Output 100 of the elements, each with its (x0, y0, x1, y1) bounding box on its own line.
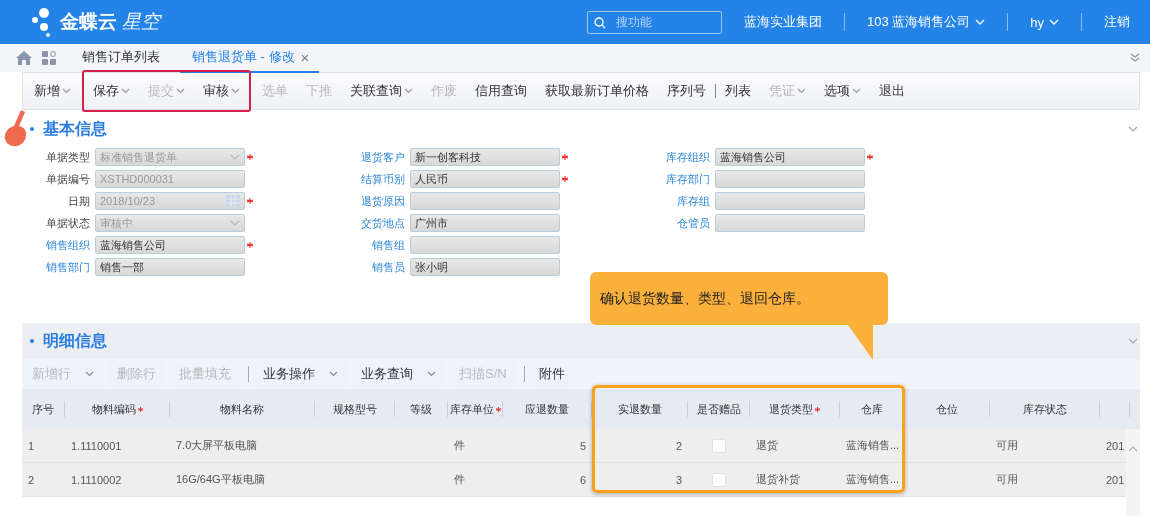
table-cell: 6 (579, 473, 586, 486)
column-header[interactable]: 退货类型 (769, 401, 813, 417)
column-header[interactable]: 物料名称 (220, 401, 264, 417)
search-field[interactable]: 搜功能 (586, 10, 722, 34)
input-field[interactable] (410, 192, 560, 210)
table-cell: 2 (675, 439, 682, 452)
caret-icon (176, 88, 185, 94)
input-field[interactable]: 销售一部 (95, 258, 245, 276)
caret-icon (121, 88, 130, 94)
tab[interactable]: 销售订单列表 (70, 43, 170, 73)
checkbox[interactable] (712, 438, 726, 453)
input-field[interactable] (410, 236, 560, 254)
table-cell: 201 (1106, 473, 1125, 486)
caret-icon (797, 88, 806, 94)
toolbar-button[interactable]: 附件 (528, 360, 575, 388)
toolbar-button[interactable]: 信用查询 (466, 82, 536, 100)
table-cell: 1.1110002 (71, 473, 122, 486)
user-menu[interactable]: hy (1030, 14, 1044, 30)
close-icon[interactable]: × (300, 48, 310, 66)
input-field[interactable]: 新一创客科技 (410, 148, 560, 166)
column-header[interactable]: 规格型号 (332, 401, 377, 417)
logo-text: 金蝶云 (60, 10, 117, 34)
input-field[interactable]: 广州市 (410, 214, 560, 232)
input-field[interactable]: 蓝海销售公司 (95, 236, 245, 254)
double-chevron-icon[interactable] (1130, 53, 1140, 63)
table-cell: 可用 (996, 439, 1018, 451)
toolbar-button[interactable]: 业务查询 (351, 360, 446, 388)
input-field[interactable]: 人民币 (410, 170, 560, 188)
field-label[interactable]: 库存组织 (630, 149, 715, 165)
column-header[interactable]: 仓位 (936, 401, 958, 417)
table-cell: 3 (675, 473, 682, 486)
toolbar-button[interactable]: 获取最新订单价格 (536, 82, 658, 100)
table-cell: 7.0大屏平板电脑 (176, 439, 258, 451)
input-field[interactable] (715, 214, 865, 232)
caret-icon (404, 88, 413, 94)
callout-text: 确认退货数量、类型、退回仓库。 (600, 290, 810, 308)
field-label: 单据状态 (45, 215, 91, 231)
table-cell: 2 (28, 473, 35, 486)
column-header[interactable]: 等级 (410, 401, 432, 417)
column-header[interactable]: 序号 (32, 401, 54, 417)
chevron-icon[interactable] (1128, 126, 1138, 132)
table-cell: 1 (28, 439, 35, 452)
table-cell: 退货补货 (756, 473, 800, 485)
field-label[interactable]: 销售员 (330, 259, 410, 275)
field-label[interactable]: 销售部门 (30, 259, 95, 275)
table-cell: 件 (454, 473, 465, 485)
input-field[interactable]: 张小明 (410, 258, 560, 276)
field-label[interactable]: 结算币别 (330, 171, 410, 187)
input-field[interactable] (715, 170, 865, 188)
required-icon (495, 406, 501, 412)
field-label[interactable]: 退货原因 (330, 193, 410, 209)
column-header[interactable]: 物料编码 (91, 401, 136, 417)
field-label[interactable]: 交货地点 (330, 215, 410, 231)
field-label[interactable]: 库存组 (630, 193, 715, 209)
scrollbar[interactable] (1126, 429, 1140, 516)
column-header[interactable]: 实退数量 (617, 401, 662, 417)
logo-subtitle: 星空 (122, 10, 160, 34)
toolbar-button[interactable]: 业务操作 (253, 360, 348, 388)
input-field[interactable] (715, 192, 865, 210)
column-header[interactable]: 库存状态 (1022, 401, 1067, 417)
field-label: 日期 (67, 193, 91, 209)
org-name[interactable]: 蓝海实业集团 (743, 13, 822, 31)
field-label[interactable]: 仓管员 (630, 215, 715, 231)
input-field[interactable]: 蓝海销售公司 (715, 148, 865, 166)
field-label: 单据编号 (45, 171, 91, 187)
column-header[interactable]: 应退数量 (525, 401, 569, 417)
field-label[interactable]: 退货客户 (330, 149, 410, 165)
company-selector[interactable]: 103 蓝海销售公司 (866, 13, 971, 31)
toolbar-button[interactable]: 审核 (194, 82, 249, 100)
apps-icon[interactable] (42, 51, 56, 65)
toolbar-button[interactable]: 关联查询 (341, 82, 422, 100)
toolbar-button[interactable]: 选项 (815, 82, 870, 100)
toolbar-button[interactable]: 新增 (25, 82, 80, 100)
bullet-icon (30, 127, 34, 131)
required-icon (815, 406, 820, 412)
chevron-icon[interactable] (1128, 338, 1138, 344)
table-cell: 蓝海销售... (846, 439, 900, 451)
scroll-up-icon[interactable] (1128, 446, 1138, 452)
table-cell: 件 (454, 439, 465, 451)
logout-link[interactable]: 注销 (1104, 13, 1130, 31)
caret-icon (85, 371, 94, 377)
toolbar-button[interactable]: 序列号 (658, 82, 715, 100)
table-cell: 退货 (756, 439, 778, 451)
column-header[interactable]: 仓库 (861, 401, 883, 417)
home-icon[interactable] (16, 51, 32, 65)
toolbar-button[interactable]: 退出 (870, 82, 914, 100)
column-header[interactable]: 是否赠品 (696, 401, 741, 417)
checkbox[interactable] (712, 472, 726, 487)
column-header[interactable]: 库存单位 (449, 401, 494, 417)
field-label[interactable]: 销售组织 (30, 237, 95, 253)
section-title: 明细信息 (43, 330, 107, 351)
field-label[interactable]: 销售组 (330, 237, 410, 253)
caret-icon (427, 371, 436, 377)
caret-icon (329, 371, 338, 377)
caret-icon (1049, 19, 1059, 25)
table-cell: 1.1110001 (71, 439, 122, 452)
caret-icon (62, 88, 71, 94)
field-label[interactable]: 库存部门 (630, 171, 715, 187)
toolbar-button[interactable]: 保存 (84, 82, 139, 100)
toolbar-button[interactable]: 列表 (716, 82, 760, 100)
